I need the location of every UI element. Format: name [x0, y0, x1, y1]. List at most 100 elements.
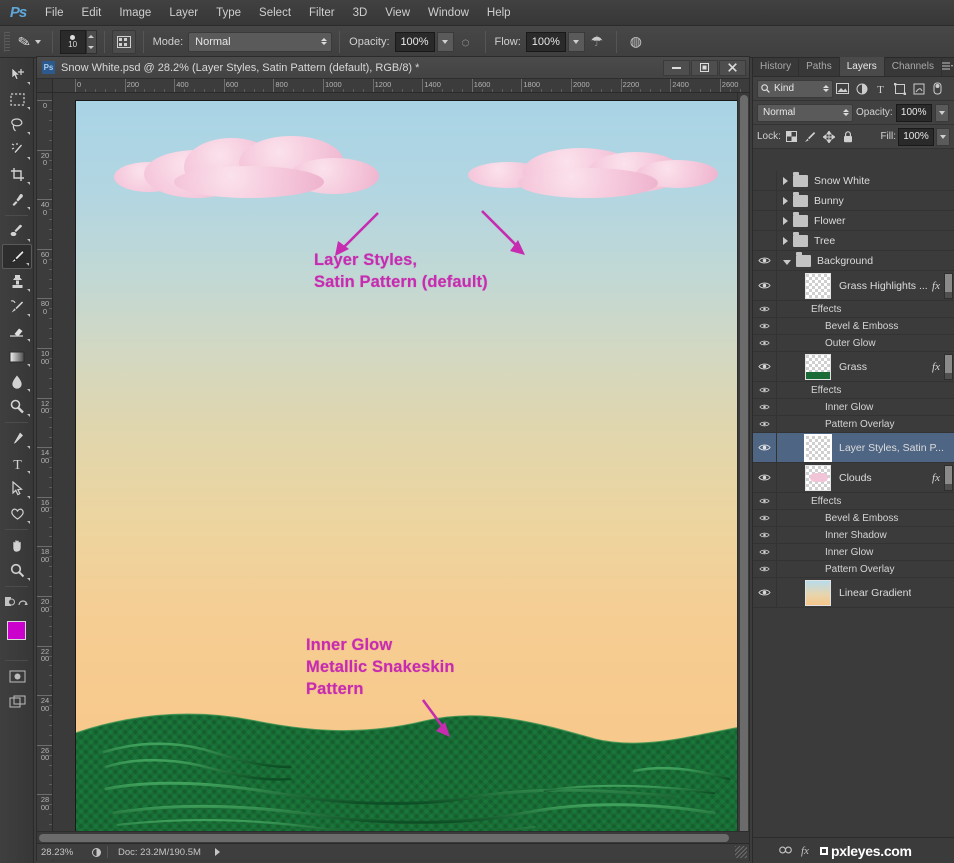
- effect-visibility-toggle[interactable]: [753, 527, 777, 543]
- layer-effects-badge[interactable]: fx: [932, 472, 944, 484]
- effect-visibility-toggle[interactable]: [753, 416, 777, 432]
- effects-visibility-toggle[interactable]: [753, 301, 777, 317]
- table-row[interactable]: Grass Highlights ... fx: [753, 271, 954, 301]
- lock-all-button[interactable]: [840, 128, 857, 146]
- status-menu-arrow-icon[interactable]: [214, 848, 220, 856]
- flow-pressure-toggle[interactable]: ◍: [624, 30, 648, 54]
- magic-wand-tool[interactable]: [2, 137, 32, 162]
- menu-window[interactable]: Window: [419, 0, 478, 26]
- document-title-bar[interactable]: Ps Snow White.psd @ 28.2% (Layer Styles,…: [37, 57, 749, 79]
- filter-smart-objects-button[interactable]: [909, 79, 928, 98]
- tab-paths[interactable]: Paths: [799, 57, 840, 76]
- brush-preset-picker[interactable]: ✎: [14, 32, 45, 52]
- crop-tool[interactable]: [2, 162, 32, 187]
- layer-scroll-indicator[interactable]: [944, 353, 953, 380]
- layer-fill-dropdown[interactable]: [936, 127, 950, 146]
- blend-mode-select[interactable]: Normal: [188, 31, 333, 52]
- effect-visibility-toggle[interactable]: [753, 399, 777, 415]
- brush-panel-toggle[interactable]: [111, 29, 136, 54]
- close-button[interactable]: [719, 59, 746, 76]
- menu-type[interactable]: Type: [207, 0, 250, 26]
- effects-visibility-toggle[interactable]: [753, 382, 777, 398]
- filter-type-layers-button[interactable]: T: [871, 79, 890, 98]
- gradient-tool[interactable]: [2, 344, 32, 369]
- color-swatches[interactable]: [0, 619, 35, 657]
- table-row[interactable]: Linear Gradient: [753, 578, 954, 608]
- effect-visibility-toggle[interactable]: [753, 510, 777, 526]
- zoom-tool[interactable]: [2, 558, 32, 583]
- lock-image-pixels-button[interactable]: [802, 128, 819, 146]
- canvas-horizontal-scrollbar[interactable]: [37, 831, 749, 843]
- effect-visibility-toggle[interactable]: [753, 335, 777, 351]
- list-item[interactable]: Effects: [753, 493, 954, 510]
- table-row[interactable]: Snow White: [753, 171, 954, 191]
- tab-layers[interactable]: Layers: [839, 57, 885, 76]
- clone-stamp-tool[interactable]: [2, 269, 32, 294]
- filter-adjustment-layers-button[interactable]: [852, 79, 871, 98]
- hand-tool[interactable]: [2, 533, 32, 558]
- list-item[interactable]: Pattern Overlay: [753, 416, 954, 433]
- path-selection-tool[interactable]: [2, 476, 32, 501]
- menu-select[interactable]: Select: [250, 0, 300, 26]
- list-item[interactable]: Effects: [753, 301, 954, 318]
- menu-view[interactable]: View: [376, 0, 419, 26]
- shape-tool[interactable]: [2, 501, 32, 526]
- menu-edit[interactable]: Edit: [73, 0, 111, 26]
- menu-image[interactable]: Image: [110, 0, 160, 26]
- list-item[interactable]: Bevel & Emboss: [753, 510, 954, 527]
- marquee-tool[interactable]: [2, 87, 32, 112]
- chevron-right-icon[interactable]: [783, 196, 788, 205]
- zoom-level-field[interactable]: 28.23%: [37, 847, 89, 858]
- lock-transparent-pixels-button[interactable]: [783, 128, 800, 146]
- filter-pixel-layers-button[interactable]: [833, 79, 852, 98]
- table-row[interactable]: Layer Styles, Satin P...: [753, 433, 954, 463]
- artboard[interactable]: Layer Styles, Satin Pattern (default) In…: [75, 100, 743, 844]
- tab-history[interactable]: History: [753, 57, 800, 76]
- list-item[interactable]: Outer Glow: [753, 335, 954, 352]
- add-layer-style-button[interactable]: fx: [801, 845, 809, 857]
- layer-visibility-toggle[interactable]: [753, 171, 777, 190]
- table-row[interactable]: Clouds fx: [753, 463, 954, 493]
- ruler-corner[interactable]: [37, 79, 53, 93]
- layer-visibility-toggle[interactable]: [753, 352, 777, 381]
- menu-file[interactable]: File: [36, 0, 73, 26]
- screen-mode-button[interactable]: [2, 689, 32, 714]
- list-item[interactable]: Inner Glow: [753, 544, 954, 561]
- filter-shape-layers-button[interactable]: [890, 79, 909, 98]
- eyedropper-tool[interactable]: [2, 187, 32, 212]
- layer-visibility-toggle[interactable]: [753, 231, 777, 250]
- effect-visibility-toggle[interactable]: [753, 318, 777, 334]
- brush-tool[interactable]: [2, 244, 32, 269]
- canvas-vertical-scrollbar[interactable]: [737, 93, 749, 861]
- list-item[interactable]: Effects: [753, 382, 954, 399]
- effects-visibility-toggle[interactable]: [753, 493, 777, 509]
- layer-list[interactable]: Snow White Bunny Flower Tree Background …: [753, 171, 954, 845]
- status-icon[interactable]: [89, 847, 103, 857]
- panel-menu-button[interactable]: [942, 57, 954, 76]
- restore-button[interactable]: [691, 59, 718, 76]
- blur-tool[interactable]: [2, 369, 32, 394]
- type-tool[interactable]: T: [2, 451, 32, 476]
- chevron-down-icon[interactable]: [783, 259, 791, 265]
- layer-visibility-toggle[interactable]: [753, 578, 777, 607]
- quick-mask-row[interactable]: [2, 590, 32, 615]
- table-row[interactable]: Tree: [753, 231, 954, 251]
- layer-visibility-toggle[interactable]: [753, 271, 777, 300]
- foreground-color-swatch[interactable]: [7, 621, 26, 640]
- move-tool[interactable]: [2, 62, 32, 87]
- menu-filter[interactable]: Filter: [300, 0, 344, 26]
- vertical-ruler[interactable]: 0 200 400 600 800 1000 1200 1400 1600 1800 2000 220…: [37, 93, 53, 861]
- horizontal-ruler[interactable]: 0 200 400 600 800 1000 1200 1400 1600 1800 2000 220…: [53, 79, 749, 93]
- history-brush-tool[interactable]: [2, 294, 32, 319]
- layer-visibility-toggle[interactable]: [753, 433, 777, 462]
- resize-grip[interactable]: [735, 846, 747, 858]
- chevron-right-icon[interactable]: [783, 236, 788, 245]
- table-row[interactable]: Background: [753, 251, 954, 271]
- filter-toggle-switch[interactable]: [928, 79, 947, 98]
- opacity-pressure-toggle[interactable]: ◌: [454, 30, 478, 54]
- eraser-tool[interactable]: [2, 319, 32, 344]
- brush-size-spinner[interactable]: [85, 29, 97, 54]
- layer-visibility-toggle[interactable]: [753, 463, 777, 492]
- canvas-area[interactable]: Layer Styles, Satin Pattern (default) In…: [53, 93, 749, 861]
- list-item[interactable]: Bevel & Emboss: [753, 318, 954, 335]
